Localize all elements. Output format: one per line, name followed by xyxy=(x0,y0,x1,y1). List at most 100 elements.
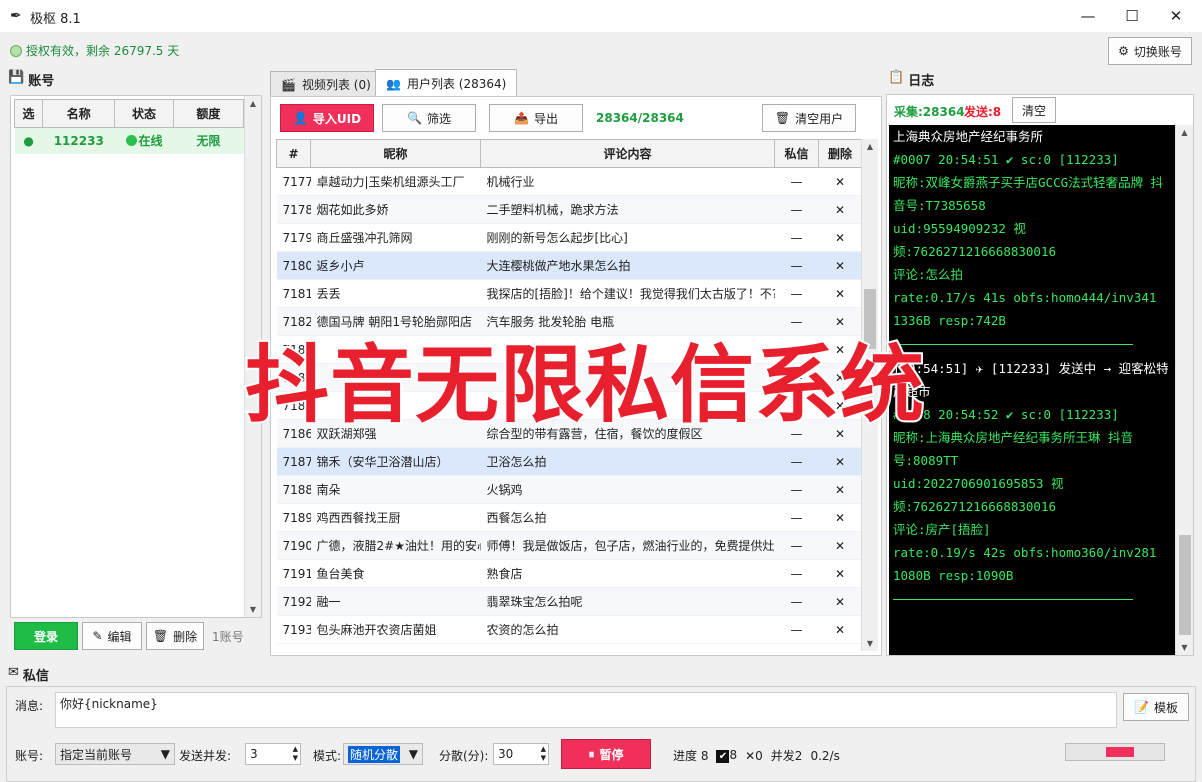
filter-button[interactable]: 🔍 筛选 xyxy=(382,104,476,132)
ok-stat: ✔ 8 xyxy=(716,748,737,763)
clear-users-button[interactable]: 🗑 清空用户 xyxy=(762,104,856,132)
template-button[interactable]: 📝 模板 xyxy=(1123,693,1189,721)
cell-nickname: 返乡小卢 xyxy=(310,251,481,280)
switch-account-button[interactable]: ⚙ 切换账号 xyxy=(1108,37,1192,65)
cell-comment: 我探店的[捂脸]！给个建议！我觉得我们太古版了！不? xyxy=(480,279,775,308)
cell-nickname: 融一 xyxy=(310,587,481,616)
log-console: 上海典众房地产经纪事务所 #0007 20:54:51 ✔ sc:0 [11223… xyxy=(889,125,1175,655)
table-row[interactable]: 7179 商丘盛强冲孔筛网 刚刚的新号怎么起步[比心] — ✕ xyxy=(276,223,861,252)
cell-delete[interactable]: ✕ xyxy=(818,251,861,280)
overlay-title: 抖音无限私信系统 xyxy=(243,334,926,436)
cell-dm: — xyxy=(774,251,819,280)
cell-delete[interactable]: ✕ xyxy=(818,279,861,308)
pause-button[interactable]: ⏸ 暂停 xyxy=(561,739,651,769)
col-header-index[interactable]: # xyxy=(276,139,311,168)
col-header-comment[interactable]: 评论内容 xyxy=(480,139,775,168)
spread-spinbox[interactable]: 30 ▲ ▼ xyxy=(493,743,549,765)
spin-arrows-icon[interactable]: ▲ ▼ xyxy=(293,745,298,763)
cell-comment: 二手塑料机械，跪求方法 xyxy=(480,195,775,224)
tab-video-list[interactable]: 🎬 视频列表 (0) xyxy=(270,71,382,97)
import-uid-label: 导入UID xyxy=(312,111,362,126)
feather-icon: ✒ xyxy=(10,8,22,24)
gear-icon: ⚙ xyxy=(1118,44,1129,58)
cell-delete[interactable]: ✕ xyxy=(818,559,861,588)
cell-comment: 西餐怎么拍 xyxy=(480,503,775,532)
chevron-down-icon: ▼ xyxy=(408,747,418,761)
account-row[interactable]: ● 112233 在线 无限 xyxy=(14,127,244,154)
log-scrollbar[interactable]: ▲ ▼ xyxy=(1175,125,1193,655)
table-row[interactable]: 7180 返乡小卢 大连樱桃做产地水果怎么拍 — ✕ xyxy=(276,251,861,280)
account-select-dot[interactable]: ● xyxy=(14,127,43,154)
mode-select[interactable]: 随机分散 ▼ xyxy=(343,743,423,765)
table-row[interactable]: 7177 卓越动力|玉柴机组源头工厂 机械行业 — ✕ xyxy=(276,167,861,196)
log-separator xyxy=(893,599,1133,600)
cell-delete[interactable]: ✕ xyxy=(818,503,861,532)
cell-delete[interactable]: ✕ xyxy=(818,195,861,224)
cell-index: 7190 xyxy=(276,531,311,560)
cell-delete[interactable]: ✕ xyxy=(818,223,861,252)
cell-nickname: 丢丢 xyxy=(310,279,481,308)
maximize-button[interactable]: ☐ xyxy=(1112,4,1152,28)
cell-delete[interactable]: ✕ xyxy=(818,447,861,476)
log-line: 评论:房产[捂脸] xyxy=(893,522,991,537)
message-input[interactable]: 你好{nickname} xyxy=(55,692,1117,728)
account-header-quota[interactable]: 额度 xyxy=(172,99,245,128)
trash-icon: 🗑 xyxy=(152,629,169,643)
cell-delete[interactable]: ✕ xyxy=(818,167,861,196)
login-button[interactable]: 登录 xyxy=(14,622,78,650)
table-row[interactable]: 7193 包头麻池开农资店菌姐 农资的怎么拍 — ✕ xyxy=(276,615,861,644)
delete-account-button[interactable]: 🗑 删除 xyxy=(146,622,204,650)
collect-count: 采集:28364 xyxy=(894,105,965,119)
cell-delete[interactable]: ✕ xyxy=(818,615,861,644)
table-row[interactable]: 7189 鸡西西餐找王厨 西餐怎么拍 — ✕ xyxy=(276,503,861,532)
log-section-title: 📋 日志 xyxy=(888,70,934,89)
log-line: rate:0.19/s 42s obfs:homo360/inv281 1080… xyxy=(893,545,1157,583)
account-header-select[interactable]: 选 xyxy=(13,99,44,128)
cell-nickname: 南朵 xyxy=(310,475,481,504)
account-count: 1账号 xyxy=(212,630,244,644)
clear-log-button[interactable]: 清空 xyxy=(1012,97,1056,123)
account-panel: 选 名称 状态 额度 ● 112233 在线 无限 ▲ ▼ xyxy=(10,95,262,618)
cell-index: 7192 xyxy=(276,587,311,616)
close-window-button[interactable]: ✕ xyxy=(1156,4,1196,28)
window-title: 极枢 8.1 xyxy=(30,12,81,27)
table-row[interactable]: 7192 融一 翡翠珠宝怎么拍呢 — ✕ xyxy=(276,587,861,616)
cell-delete[interactable]: ✕ xyxy=(818,531,861,560)
tab-user-list[interactable]: 👥 用户列表 (28364) xyxy=(375,69,518,97)
log-line: 评论:怎么拍 xyxy=(893,267,964,282)
cell-index: 7178 xyxy=(276,195,311,224)
spin-arrows-icon[interactable]: ▲ ▼ xyxy=(541,745,546,763)
import-uid-button[interactable]: 👤 导入UID xyxy=(280,104,374,132)
cell-index: 7177 xyxy=(276,167,311,196)
col-header-delete[interactable]: 删除 xyxy=(818,139,861,168)
table-row[interactable]: 7187 锦禾（安华卫浴潜山店） 卫浴怎么拍 — ✕ xyxy=(276,447,861,476)
col-header-dm[interactable]: 私信 xyxy=(774,139,819,168)
account-select[interactable]: 指定当前账号 ▼ xyxy=(55,743,175,765)
cell-nickname: 烟花如此多娇 xyxy=(310,195,481,224)
account-header-status[interactable]: 状态 xyxy=(114,99,174,128)
table-row[interactable]: 7178 烟花如此多娇 二手塑料机械，跪求方法 — ✕ xyxy=(276,195,861,224)
rate-text: 0.2/s xyxy=(810,748,840,763)
table-row[interactable]: 7191 鱼台美食 熟食店 — ✕ xyxy=(276,559,861,588)
col-header-nickname[interactable]: 昵称 xyxy=(310,139,481,168)
online-dot-icon xyxy=(125,135,137,147)
tab-video-label: 视频列表 (0) xyxy=(301,78,371,92)
minimize-button[interactable]: — xyxy=(1068,4,1108,28)
account-header-name[interactable]: 名称 xyxy=(42,99,116,128)
cell-comment: 大连樱桃做产地水果怎么拍 xyxy=(480,251,775,280)
cell-dm: — xyxy=(774,167,819,196)
chevron-down-icon: ▼ xyxy=(160,747,170,761)
pause-label: 暂停 xyxy=(599,747,624,762)
export-button[interactable]: 📤 导出 xyxy=(489,104,583,132)
table-row[interactable]: 7190 广德，液腊2#★油灶！用的安心 师傅！我是做饭店，包子店，燃油行业的，免费… xyxy=(276,531,861,560)
table-row[interactable]: 7188 南朵 火锅鸡 — ✕ xyxy=(276,475,861,504)
concurrency-spinbox[interactable]: 3 ▲ ▼ xyxy=(245,743,301,765)
log-scrollbar-thumb[interactable] xyxy=(1179,535,1191,635)
edit-button[interactable]: ✎ 编辑 xyxy=(82,622,142,650)
fail-stat: ✕0 xyxy=(745,749,763,763)
cell-delete[interactable]: ✕ xyxy=(818,587,861,616)
cell-dm: — xyxy=(774,475,819,504)
progress-label: 进度 8 xyxy=(673,749,709,763)
table-row[interactable]: 7181 丢丢 我探店的[捂脸]！给个建议！我觉得我们太古版了！不? — ✕ xyxy=(276,279,861,308)
cell-delete[interactable]: ✕ xyxy=(818,475,861,504)
